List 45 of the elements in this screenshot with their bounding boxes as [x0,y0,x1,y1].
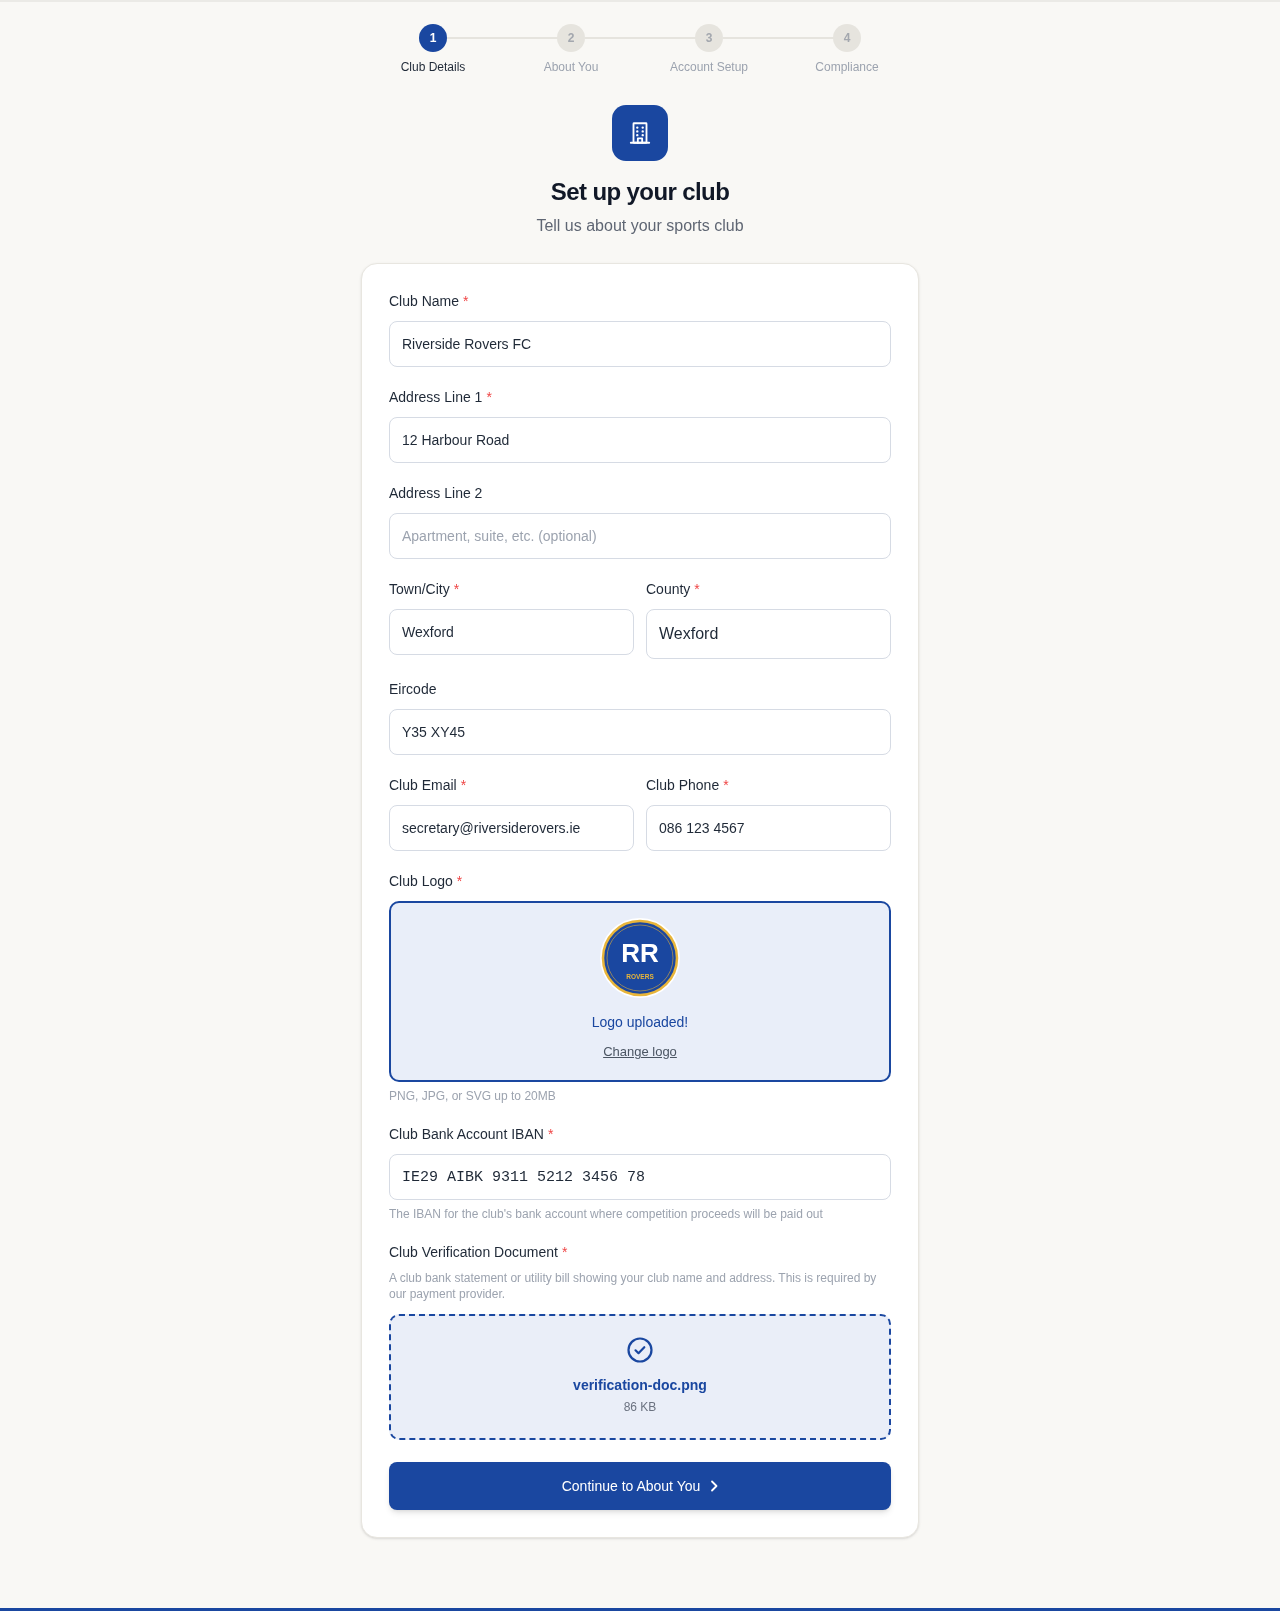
page-subtitle: Tell us about your sports club [536,216,744,236]
required-asterisk: * [456,872,463,891]
text-field[interactable]: Apartment, suite, etc. (optional) [389,513,891,559]
field-label: Club Name [389,292,460,311]
check-circle-icon [627,1337,653,1363]
field-label: Club Email [389,776,457,795]
file-size: 86 KB [623,1399,657,1415]
required-asterisk: * [486,388,492,407]
required-asterisk: * [547,1125,554,1144]
text-field[interactable]: Riverside Rovers FC [389,321,891,367]
text-field[interactable]: secretary@riversiderovers.ie [389,805,634,851]
required-asterisk: * [463,292,469,311]
required-asterisk: * [453,580,460,599]
building-icon [612,105,668,161]
change-logo-link[interactable]: Change logo [603,1044,677,1060]
required-asterisk: * [460,776,467,795]
chevron-right-icon [710,1480,719,1492]
required-asterisk: * [561,1243,568,1262]
field-label: Address Line 2 [389,484,483,503]
step-label[interactable]: Club Details [400,59,466,75]
upload-status: Logo uploaded! [591,1013,689,1032]
field-description: A club bank statement or utility bill showing your club name and address. This is required by our payment provider. [389,1270,878,1302]
field-label: County [646,580,691,599]
field-label: Address Line 1 [389,388,483,407]
field-label: Eircode [389,680,437,699]
field-hint: PNG, JPG, or SVG up to 20MB [389,1088,557,1104]
text-field[interactable]: Y35 XY45 [389,709,891,755]
iban-field[interactable]: IE29 AIBK 9311 5212 3456 78 [389,1154,891,1200]
field-label: Club Bank Account IBAN [389,1125,544,1144]
field-label: Club Verification Document [389,1243,558,1262]
step-number[interactable]: 1 [419,24,447,52]
text-field[interactable]: Wexford [389,609,634,655]
field-hint: The IBAN for the club's bank account where competition proceeds will be paid out [389,1206,824,1222]
field-label: Town/City [389,580,450,599]
text-field[interactable]: Wexford [646,609,891,659]
page-title: Set up your club [550,177,730,207]
text-field[interactable]: 12 Harbour Road [389,417,891,463]
file-dropzone[interactable]: verification-doc.png 86 KB [389,1314,891,1440]
text-field[interactable]: 086 123 4567 [646,805,891,851]
field-label: Club Phone [646,776,720,795]
continue-button[interactable]: Continue to About You [389,1462,891,1510]
required-asterisk: * [723,776,729,795]
required-asterisk: * [694,580,700,599]
field-label: Club Logo [389,872,453,891]
file-name: verification-doc.png [573,1376,707,1395]
